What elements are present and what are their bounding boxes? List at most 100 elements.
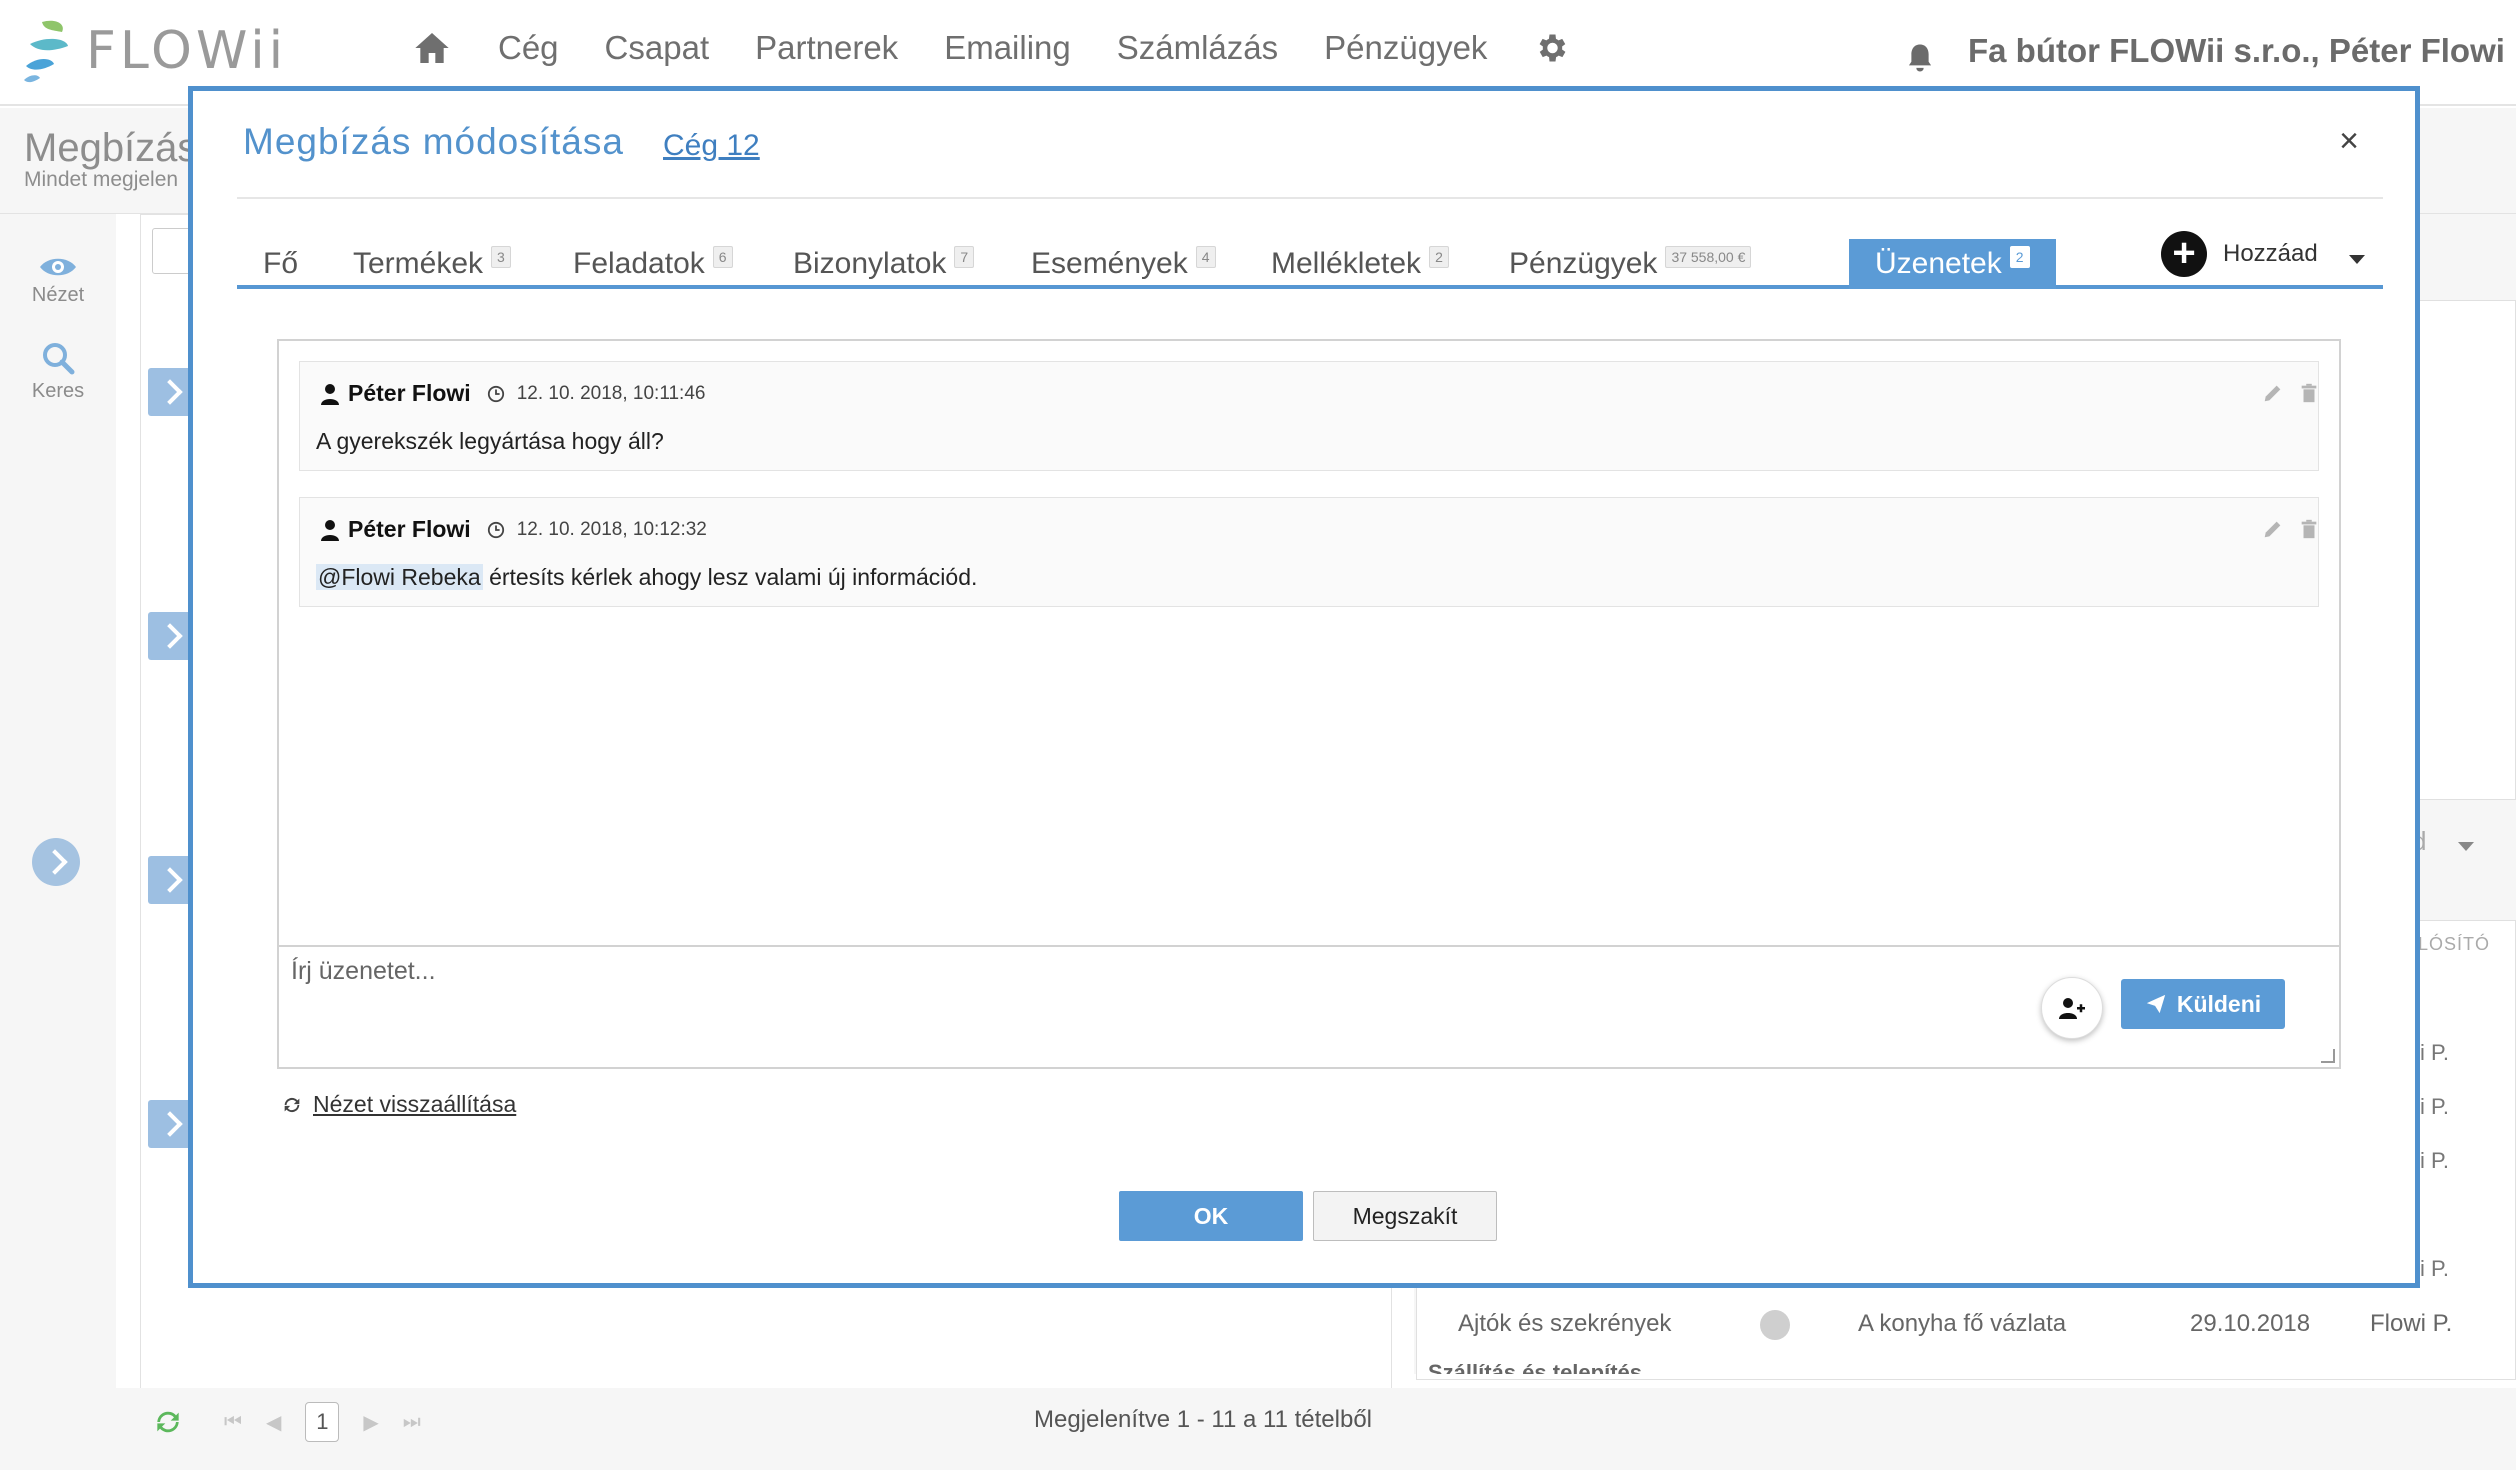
message-time: 12. 10. 2018, 10:12:32 xyxy=(516,518,707,540)
send-button[interactable]: Küldeni xyxy=(2121,979,2285,1029)
nav-item-penzugyek[interactable]: Pénzügyek xyxy=(1324,29,1487,67)
add-user-icon xyxy=(2059,998,2085,1019)
add-label: Hozzáad xyxy=(2223,240,2318,267)
chevron-down-icon[interactable] xyxy=(2349,255,2365,264)
page-title: Megbízás xyxy=(24,126,198,170)
tab-bizonylatok[interactable]: Bizonylatok 7 xyxy=(793,239,975,289)
owner-peek: i P. xyxy=(2420,1256,2449,1281)
nav-item-partnerek[interactable]: Partnerek xyxy=(755,29,898,67)
tab-badge: 7 xyxy=(954,246,975,268)
chevron-down-icon[interactable] xyxy=(2458,842,2474,851)
tab-label: Feladatok xyxy=(573,247,705,280)
message-header: Péter Flowi 12. 10. 2018, 10:12:32 xyxy=(320,516,707,543)
tab-label: Termékek xyxy=(353,247,484,280)
sidebar-item-label: Keres xyxy=(31,380,85,402)
mention-user-button[interactable] xyxy=(2041,977,2103,1039)
tab-penzugyek[interactable]: Pénzügyek 37 558,00 € xyxy=(1509,239,1752,289)
sidebar-item-nezet[interactable]: Nézet xyxy=(0,254,116,307)
row-name: Ajtók és szekrények xyxy=(1458,1310,1672,1337)
owner-peek: i P. xyxy=(2420,1148,2449,1173)
company-link[interactable]: Cég 12 xyxy=(663,129,760,163)
ok-button[interactable]: OK xyxy=(1119,1191,1303,1241)
message-author: Péter Flowi xyxy=(348,380,471,406)
gear-icon[interactable] xyxy=(1533,30,1569,66)
send-label: Küldeni xyxy=(2176,990,2262,1017)
tab-feladatok[interactable]: Feladatok 6 xyxy=(573,239,733,289)
divider xyxy=(237,197,2383,199)
reset-view-label: Nézet visszaállítása xyxy=(313,1091,517,1117)
page-subtitle: Mindet megjelen xyxy=(24,168,179,191)
add-button[interactable]: + Hozzáad xyxy=(2161,231,2318,277)
pencil-icon[interactable] xyxy=(2262,382,2284,404)
refresh-icon[interactable] xyxy=(152,1406,184,1438)
eye-icon xyxy=(40,258,76,276)
prev-page-icon[interactable]: ◀ xyxy=(266,1410,281,1435)
flowii-logo[interactable]: FLOWii xyxy=(22,16,287,86)
tab-badge: 37 558,00 € xyxy=(1665,246,1752,268)
cancel-button[interactable]: Megszakít xyxy=(1313,1191,1497,1241)
next-page-icon[interactable]: ▶ xyxy=(363,1410,378,1435)
tab-label: Bizonylatok xyxy=(793,247,947,280)
sidebar-item-keres[interactable]: Keres xyxy=(0,340,116,403)
tab-label: Mellékletek xyxy=(1271,247,1422,280)
pagination: ⏮ ◀ 1 ▶ ⏭ xyxy=(152,1402,445,1442)
resize-handle[interactable] xyxy=(2321,1049,2335,1063)
message-text: @Flowi Rebeka értesíts kérlek ahogy lesz… xyxy=(316,564,977,591)
message-compose: Küldeni xyxy=(277,945,2341,1069)
refresh-icon xyxy=(284,1097,300,1112)
tab-uzenetek[interactable]: Üzenetek 2 xyxy=(1849,239,2056,289)
reset-view-link[interactable]: Nézet visszaállítása xyxy=(281,1091,516,1118)
table-row[interactable]: Ajtók és szekrények A konyha fő vázlata … xyxy=(1416,1298,2516,1352)
row-date: 29.10.2018 xyxy=(2190,1310,2311,1337)
tab-label: Fő xyxy=(263,247,299,280)
tab-esemenyek[interactable]: Események 4 xyxy=(1031,239,1216,289)
user-company-menu[interactable]: Fa bútor FLOWii s.r.o., Péter Flowi xyxy=(1968,32,2505,70)
home-icon[interactable] xyxy=(412,28,452,68)
first-page-icon[interactable]: ⏮ xyxy=(224,1411,242,1434)
message-author: Péter Flowi xyxy=(348,516,471,542)
page-number-input[interactable]: 1 xyxy=(305,1402,340,1442)
showing-count: Megjelenítve 1 - 11 a 11 tételből xyxy=(1034,1406,1372,1433)
tab-mellekletek[interactable]: Mellékletek 2 xyxy=(1271,239,1449,289)
user-mention[interactable]: @Flowi Rebeka xyxy=(316,564,483,590)
nav-item-emailing[interactable]: Emailing xyxy=(944,29,1071,67)
user-icon xyxy=(321,519,339,541)
list-sort-control[interactable] xyxy=(152,228,192,274)
message-item: Péter Flowi 12. 10. 2018, 10:12:32 @Flow… xyxy=(299,497,2319,607)
edit-order-modal: Megbízás módosítása Cég 12 × Fő Termékek… xyxy=(188,86,2420,1288)
tab-badge: 2 xyxy=(2009,246,2030,268)
column-header: LÓSÍTÓ xyxy=(2418,934,2491,954)
main-nav: Cég Csapat Partnerek Emailing Számlázás … xyxy=(412,28,1569,68)
message-time: 12. 10. 2018, 10:11:46 xyxy=(516,382,706,404)
tab-badge: 3 xyxy=(491,246,511,268)
nav-item-szamlazas[interactable]: Számlázás xyxy=(1117,29,1278,67)
message-text-rest: értesíts kérlek ahogy lesz valami új inf… xyxy=(482,564,978,590)
clock-icon xyxy=(487,521,504,538)
bell-icon[interactable] xyxy=(1905,42,1935,74)
plus-icon: + xyxy=(2161,231,2207,277)
clock-icon xyxy=(487,385,504,402)
message-text: A gyerekszék legyártása hogy áll? xyxy=(316,428,664,454)
link-icon xyxy=(1760,1310,1790,1340)
tab-label: Pénzügyek xyxy=(1509,247,1658,280)
tab-badge: 6 xyxy=(712,246,733,268)
last-page-icon[interactable]: ⏭ xyxy=(403,1411,421,1434)
close-icon[interactable]: × xyxy=(2329,121,2369,161)
pencil-icon[interactable] xyxy=(2262,518,2284,540)
expand-sidebar-button[interactable] xyxy=(32,838,80,886)
trash-icon[interactable] xyxy=(2298,382,2320,404)
cut-row-name: Szállítás és telepítés xyxy=(1428,1360,1642,1374)
tab-termekek[interactable]: Termékek 3 xyxy=(353,239,511,289)
tab-badge: 4 xyxy=(1195,246,1216,268)
tab-label: Események xyxy=(1031,247,1188,280)
nav-item-ceg[interactable]: Cég xyxy=(498,29,559,67)
nav-item-csapat[interactable]: Csapat xyxy=(605,29,710,67)
message-input[interactable] xyxy=(289,955,2189,1055)
message-item: Péter Flowi 12. 10. 2018, 10:11:46 A gye… xyxy=(299,361,2319,471)
tab-fo[interactable]: Fő xyxy=(263,239,298,289)
logo-text: FLOWii xyxy=(86,21,288,81)
modal-title: Megbízás módosítása xyxy=(243,121,624,162)
paper-plane-icon xyxy=(2146,994,2165,1014)
trash-icon[interactable] xyxy=(2298,518,2320,540)
row-description: A konyha fő vázlata xyxy=(1858,1310,2067,1337)
